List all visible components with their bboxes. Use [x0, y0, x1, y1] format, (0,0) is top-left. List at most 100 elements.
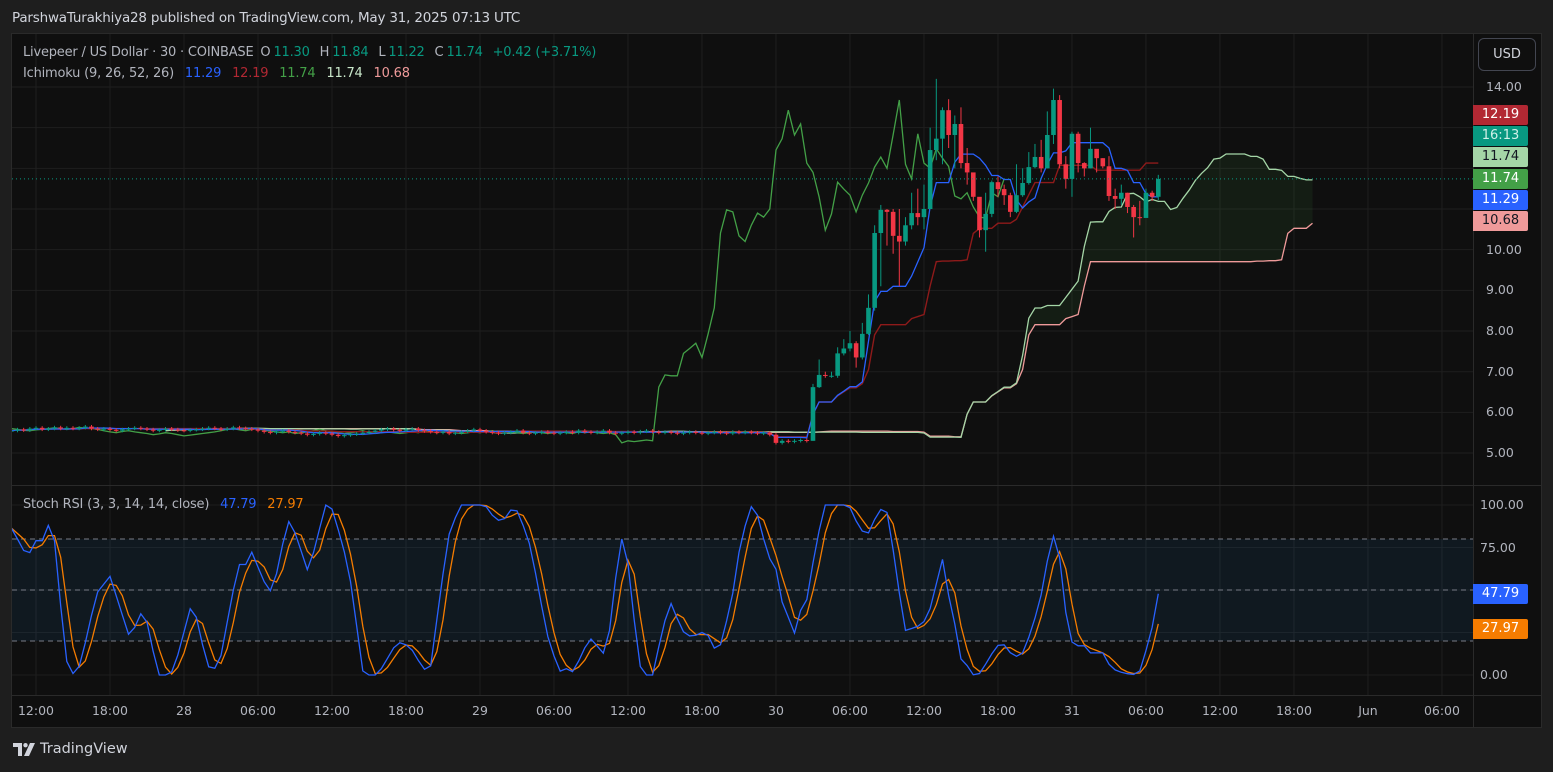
currency-button[interactable]: USD	[1478, 38, 1536, 71]
candle-body	[150, 429, 156, 431]
candle-body	[835, 353, 840, 376]
close-value: 11.74	[446, 45, 483, 60]
candle-body	[1026, 167, 1032, 183]
stoch-legend[interactable]: Stoch RSI (3, 3, 14, 14, close) 47.79 27…	[23, 497, 307, 512]
candle	[816, 359, 822, 388]
time-axis-label: 28	[176, 703, 192, 718]
candle-body	[829, 375, 834, 377]
time-axis-label: 06:00	[1423, 703, 1460, 718]
candle-body	[570, 431, 575, 433]
candle	[872, 225, 877, 311]
candle-body	[1045, 134, 1050, 169]
candle	[1026, 152, 1032, 185]
kijun-sen-line	[12, 162, 1159, 438]
price-axis-label: 6.00	[1486, 404, 1514, 420]
candle-body	[995, 182, 1001, 190]
candle-body	[218, 428, 224, 430]
candle	[866, 294, 871, 336]
candle	[829, 371, 834, 378]
candle-body	[1119, 192, 1124, 199]
time-axis-label: 06:00	[239, 703, 276, 718]
candle-body	[459, 431, 464, 433]
candle	[810, 383, 816, 441]
candle-body	[83, 426, 88, 428]
candle	[983, 192, 988, 252]
time-axis-label: 06:00	[1127, 703, 1164, 718]
price-tag: 10.68	[1473, 211, 1528, 231]
time-axis-label: 12:00	[609, 703, 646, 718]
candle-body	[95, 428, 100, 430]
candle-body	[656, 431, 662, 433]
candle	[385, 427, 390, 432]
candle	[786, 439, 791, 444]
price-axis-label: 8.00	[1486, 323, 1514, 339]
candle-body	[403, 429, 409, 431]
candle-body	[878, 209, 884, 234]
candle-body	[594, 431, 600, 433]
candle	[1075, 131, 1081, 173]
candle-body	[971, 172, 976, 197]
candle	[39, 426, 45, 432]
candle-body	[502, 432, 507, 434]
ichimoku-legend[interactable]: Ichimoku (9, 26, 52, 26) 11.29 12.19 11.…	[23, 66, 413, 81]
candle-body	[687, 431, 692, 433]
candle	[897, 209, 902, 287]
candle-body	[1100, 158, 1106, 167]
candle-body	[940, 110, 945, 139]
candle	[12, 430, 14, 432]
candle	[934, 78, 939, 161]
candle-body	[810, 387, 816, 441]
candle-body	[1051, 100, 1056, 135]
candle	[712, 430, 717, 435]
candle-body	[607, 430, 612, 433]
chikou-value: 11.74	[279, 66, 316, 81]
candle-body	[126, 428, 131, 430]
candle	[1051, 88, 1056, 144]
candle	[576, 429, 581, 435]
candle-body	[360, 432, 366, 434]
candle	[841, 339, 847, 356]
candle-body	[27, 428, 33, 431]
open-value: 11.30	[273, 45, 310, 60]
time-axis-label: 18:00	[91, 703, 128, 718]
candle-body	[224, 428, 230, 430]
candle-body	[1075, 133, 1081, 164]
candle	[1057, 95, 1062, 169]
time-axis-label: 18:00	[387, 703, 424, 718]
candle	[132, 426, 137, 431]
candle-body	[1143, 192, 1149, 218]
candle-body	[187, 429, 193, 431]
candle	[798, 438, 803, 443]
candle	[224, 427, 230, 432]
candle-body	[305, 433, 310, 435]
candle-body	[557, 432, 563, 434]
symbol-title[interactable]: Livepeer / US Dollar · 30 · COINBASE	[23, 45, 254, 60]
candle-body	[163, 428, 168, 430]
candle-body	[625, 431, 631, 433]
stoch-d-value: 27.97	[267, 497, 304, 512]
chart-canvas[interactable]	[0, 0, 1553, 772]
candle-body	[1094, 148, 1099, 159]
candle-body	[366, 431, 372, 433]
candle-body	[934, 138, 939, 151]
stoch-tag: 47.79	[1473, 584, 1528, 604]
candle-body	[853, 343, 859, 358]
candle-body	[872, 233, 877, 308]
candle	[989, 180, 995, 218]
candle-body	[551, 432, 557, 434]
candle	[736, 430, 742, 435]
candle	[1001, 184, 1007, 205]
candle	[773, 433, 779, 445]
candle-body	[157, 429, 162, 431]
candle-body	[989, 182, 995, 214]
tradingview-brand[interactable]: TradingView	[13, 741, 128, 757]
candle-body	[453, 432, 458, 434]
candle-body	[237, 427, 242, 429]
candle-body	[767, 432, 773, 435]
candle-body	[582, 430, 588, 432]
candle-body	[903, 225, 908, 242]
candle-body	[132, 427, 137, 429]
chikou-span-line	[12, 99, 1005, 444]
candle	[884, 209, 890, 246]
candle-body	[58, 427, 63, 429]
